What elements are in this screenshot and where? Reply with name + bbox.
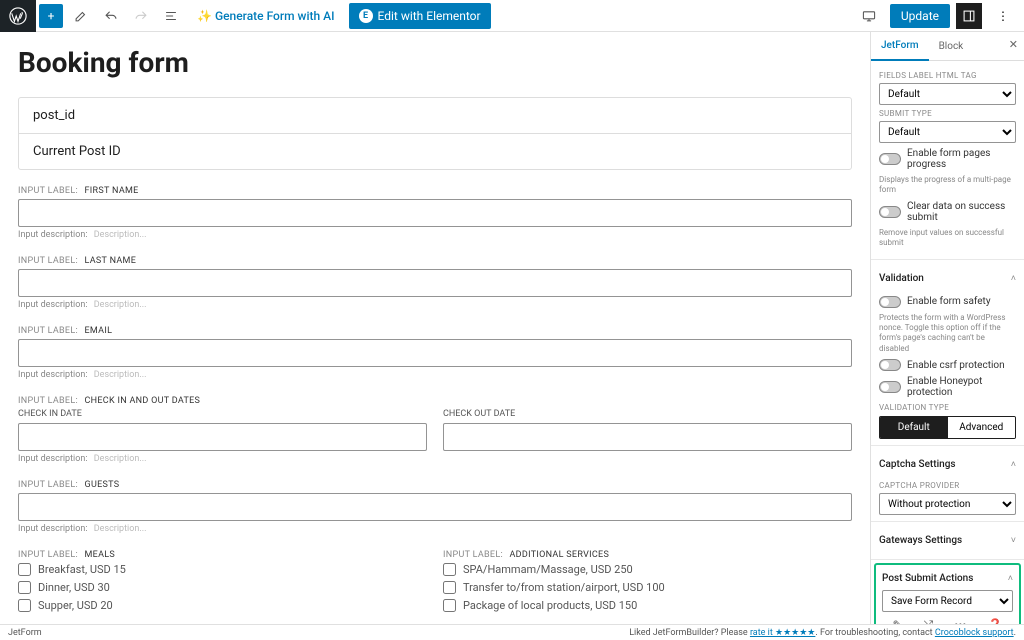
redo-icon[interactable] [129,4,153,28]
validation-type-segment[interactable]: Default Advanced [879,416,1016,439]
hidden-field-name: post_id [19,98,851,134]
progress-toggle[interactable] [879,153,901,165]
first-name-input[interactable] [18,199,852,227]
csrf-toggle[interactable] [879,359,901,371]
wp-logo[interactable] [0,0,36,32]
settings-sidebar: JetForm Block ✕ FIELDS LABEL HTML TAG De… [870,32,1024,624]
tab-block[interactable]: Block [929,32,974,60]
honeypot-toggle[interactable] [879,381,901,393]
check-in-input[interactable] [18,423,427,451]
settings-panel-toggle[interactable] [956,3,982,29]
gateways-section[interactable]: Gateways Settings˅ [879,528,1016,553]
undo-icon[interactable] [99,4,123,28]
edit-elementor-button[interactable]: EEdit with Elementor [349,3,491,29]
desktop-preview-icon[interactable] [857,4,881,28]
list-item[interactable]: SPA/Hammam/Massage, USD 250 [443,563,852,576]
add-block-button[interactable]: + [39,4,63,28]
post-submit-actions-panel: Post Submit Actions˄ Save Form Record ✎ … [874,563,1021,624]
list-item[interactable]: Breakfast, USD 15 [18,563,427,576]
support-link[interactable]: Crocoblock support [935,628,1014,638]
fields-label-tag-select[interactable]: Default [879,83,1016,105]
list-item[interactable]: Supper, USD 20 [18,599,427,612]
footer-bar: JetForm Liked JetFormBuilder? Please rat… [0,624,1024,640]
captcha-provider-select[interactable]: Without protection [879,493,1016,515]
outline-icon[interactable] [159,4,183,28]
clear-data-toggle[interactable] [879,206,901,218]
page-title[interactable]: Booking form [18,46,852,79]
footer-left: JetForm [8,628,42,638]
last-name-input[interactable] [18,269,852,297]
editor-canvas: Booking form post_id Current Post ID INP… [0,32,870,624]
edit-icon[interactable] [69,4,93,28]
list-item[interactable]: Transfer to/from station/airport, USD 10… [443,581,852,594]
captcha-section[interactable]: Captcha Settings˄ [879,452,1016,477]
validation-section[interactable]: Validation˄ [879,266,1016,291]
close-icon[interactable]: ✕ [1009,38,1018,51]
submit-action-select[interactable]: Save Form Record [882,590,1013,612]
email-input[interactable] [18,339,852,367]
form-safety-toggle[interactable] [879,296,901,308]
tab-jetform[interactable]: JetForm [871,32,929,61]
check-out-input[interactable] [443,423,852,451]
guests-input[interactable] [18,493,852,521]
generate-ai-button[interactable]: ✨Generate Form with AI [189,4,343,28]
rate-link[interactable]: rate it ★★★★★ [750,628,815,638]
update-button[interactable]: Update [890,4,950,28]
submit-type-select[interactable]: Default [879,121,1016,143]
hidden-field-block[interactable]: post_id Current Post ID [18,97,852,170]
topbar: + ✨Generate Form with AI EEdit with Elem… [0,0,1024,32]
list-item[interactable]: Package of local products, USD 150 [443,599,852,612]
hidden-field-value: Current Post ID [19,134,851,169]
more-menu-icon[interactable]: ⋮ [991,4,1015,28]
list-item[interactable]: Dinner, USD 30 [18,581,427,594]
